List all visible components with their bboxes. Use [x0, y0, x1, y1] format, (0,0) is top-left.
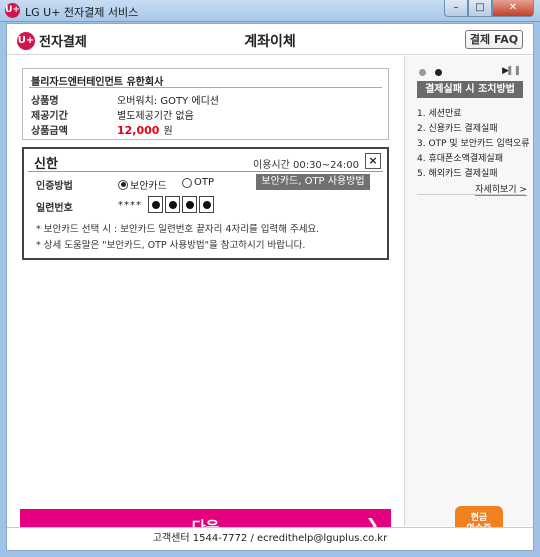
page-header: U+ 전자결제 계좌이체 결제 FAQ	[7, 24, 533, 55]
list-item[interactable]: 2. 신용카드 결제실패	[417, 121, 527, 136]
divider	[29, 87, 382, 88]
product-name-value: 오버워치: GOTY 에디션	[117, 96, 219, 107]
minimize-button[interactable]: –	[444, 0, 468, 17]
amount-value-wrap: 12,000 원	[117, 122, 173, 137]
window-controls: – □ ✕	[444, 0, 534, 18]
product-name-label: 상품명	[31, 96, 59, 107]
brand: U+ 전자결제	[17, 31, 87, 50]
security-card-otp-help-button[interactable]: 보안카드, OTP 사용방법	[256, 174, 370, 190]
service-period-value: 별도제공기간 없음	[117, 111, 194, 122]
radio-security-card-label: 보안카드	[130, 181, 167, 192]
divider	[417, 194, 525, 195]
pause-icon[interactable]: ❚❚	[506, 66, 521, 76]
lguplus-logo-icon: U+	[17, 31, 35, 50]
notice-line: * 보안카드 선택 시 : 보안카드 일련번호 끝자리 4자리를 입력해 주세요…	[36, 224, 320, 235]
main-panel: 블리자드엔터테인먼트 유한회사 상품명 오버워치: GOTY 에디션 제공기간 …	[7, 56, 403, 542]
list-item[interactable]: 4. 휴대폰소액결제실패	[417, 151, 527, 166]
window-titlebar: U+ LG U+ 전자결제 서비스 – □ ✕	[0, 0, 540, 22]
close-icon[interactable]: ×	[365, 153, 381, 169]
serial-digit-input[interactable]	[182, 196, 197, 213]
service-period-label: 제공기간	[31, 111, 68, 122]
maximize-button[interactable]: □	[468, 0, 492, 17]
faq-button[interactable]: 결제 FAQ	[465, 30, 523, 49]
payment-window: U+ 전자결제 계좌이체 결제 FAQ 블리자드엔터테인먼트 유한회사 상품명 …	[6, 23, 534, 551]
amount-unit: 원	[163, 126, 173, 137]
window-title: LG U+ 전자결제 서비스	[25, 6, 139, 19]
serial-digit-input[interactable]	[148, 196, 163, 213]
auth-method-row: 인증방법 보안카드 OTP 보안카드, OTP 사용방법	[36, 174, 386, 192]
auth-method-label: 인증방법	[36, 181, 73, 192]
radio-otp[interactable]: OTP	[182, 177, 214, 188]
slide-indicator-dot[interactable]	[419, 69, 426, 76]
serial-number-row: 일련번호 ****	[36, 196, 386, 214]
amount-value: 12,000	[117, 124, 160, 137]
serial-digit-input[interactable]	[165, 196, 180, 213]
radio-selected-icon[interactable]	[118, 179, 128, 190]
list-item[interactable]: 5. 해외카드 결제실패	[417, 166, 527, 181]
product-info-box: 블리자드엔터테인먼트 유한회사 상품명 오버워치: GOTY 에디션 제공기간 …	[22, 68, 389, 140]
footer-contact: 고객센터 1544-7772 / ecredithelp@lguplus.co.…	[7, 527, 533, 550]
serial-digit-inputs	[148, 196, 216, 213]
radio-security-card[interactable]: 보안카드	[118, 177, 167, 192]
sidebar-title: 결제실패 시 조치방법	[417, 81, 523, 98]
serial-mask: ****	[118, 200, 142, 211]
amount-label: 상품금액	[31, 126, 68, 137]
failure-help-list: 1. 세션만료 2. 신용카드 결제실패 3. OTP 및 보안카드 입력오류 …	[417, 106, 530, 181]
receipt-line: 현금	[470, 513, 488, 523]
serial-number-label: 일련번호	[36, 203, 73, 214]
list-item[interactable]: 1. 세션만료	[417, 106, 527, 121]
merchant-name: 블리자드엔터테인먼트 유한회사	[31, 77, 164, 88]
slide-indicator-dot[interactable]	[435, 69, 442, 76]
close-window-button[interactable]: ✕	[492, 0, 534, 17]
bank-name: 신한	[34, 157, 58, 172]
notice-line: * 상세 도움말은 "보안카드, OTP 사용방법"을 참고하시기 바랍니다.	[36, 240, 306, 251]
help-sidebar: ▶ ❚❚ 결제실패 시 조치방법 1. 세션만료 2. 신용카드 결제실패 3.…	[404, 56, 533, 542]
radio-otp-label: OTP	[194, 177, 215, 188]
bank-auth-box: 신한 이용시간 00:30~24:00 × 인증방법 보안카드 OTP 보안카드…	[22, 147, 389, 260]
slide-controls: ▶ ❚❚	[419, 66, 523, 78]
radio-unselected-icon[interactable]	[182, 177, 192, 188]
bank-hours: 이용시간 00:30~24:00	[253, 160, 359, 171]
app-icon: U+	[5, 3, 20, 18]
serial-digit-input[interactable]	[199, 196, 214, 213]
list-item[interactable]: 3. OTP 및 보안카드 입력오류	[417, 136, 530, 151]
page-title: 계좌이체	[244, 34, 296, 50]
divider	[28, 171, 383, 172]
brand-name: 전자결제	[39, 35, 87, 50]
